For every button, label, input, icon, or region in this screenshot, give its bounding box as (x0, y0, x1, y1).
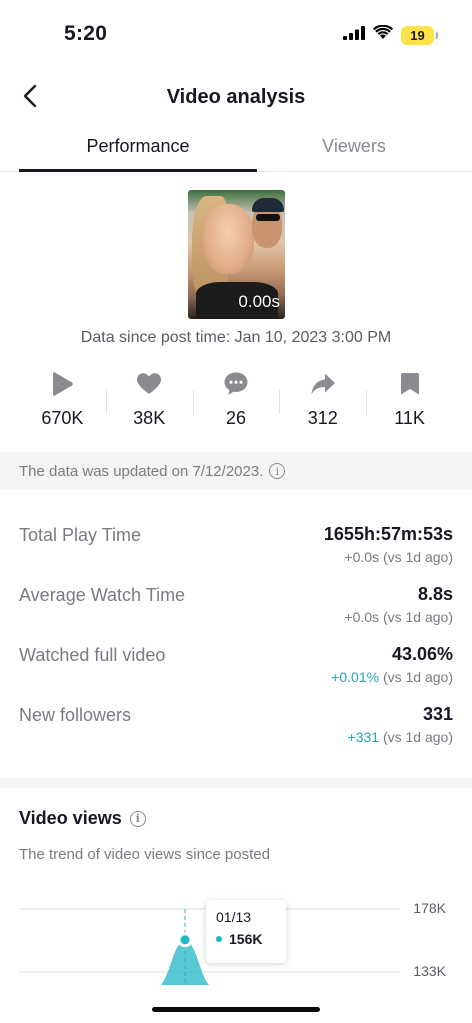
metrics-list: Total Play Time 1655h:57m:53s +0.0s (vs … (19, 522, 453, 762)
metric-delta: +331 (vs 1d ago) (348, 729, 453, 745)
engagement-stats: 670K 38K 26 312 11K (19, 368, 453, 438)
stat-value-shares: 312 (307, 408, 338, 428)
metric-value: 331 (422, 704, 453, 724)
update-banner: The data was updated on 7/12/2023. i (0, 452, 472, 490)
active-tab-indicator (19, 169, 257, 172)
stat-value-saves: 11K (394, 408, 425, 428)
bookmark-icon (396, 370, 424, 398)
chart-tooltip: 01/13 156K (206, 900, 286, 963)
tab-bar: Performance Viewers (0, 124, 472, 172)
nav-bar: Video analysis (0, 72, 472, 124)
stat-value-comments: 26 (225, 408, 246, 428)
comment-icon (222, 370, 250, 398)
data-point[interactable] (177, 932, 193, 948)
info-icon[interactable]: i (129, 810, 146, 827)
y-tick-label: 178K (413, 900, 446, 916)
tooltip-value-row: 156K (216, 931, 276, 947)
status-bar: 5:20 19 (0, 0, 472, 70)
metric-label: Watched full video (19, 645, 166, 665)
status-time: 5:20 (64, 22, 108, 45)
cellular-signal-icon (343, 25, 365, 45)
battery-indicator: 19 (401, 25, 438, 45)
video-duration: 0.00s (238, 292, 280, 311)
metric-watched-full-video: Watched full video 43.06% +0.01% (vs 1d … (19, 642, 453, 702)
stat-plays: 670K (19, 368, 106, 438)
metric-delta: +0.0s (vs 1d ago) (344, 549, 453, 565)
wifi-icon (373, 24, 393, 45)
metric-average-watch-time: Average Watch Time 8.8s +0.0s (vs 1d ago… (19, 582, 453, 642)
metric-delta-value: +0.01% (331, 669, 380, 685)
metric-delta: +0.0s (vs 1d ago) (344, 609, 453, 625)
heart-icon (135, 370, 163, 398)
metric-value: 1655h:57m:53s (323, 524, 453, 544)
metric-total-play-time: Total Play Time 1655h:57m:53s +0.0s (vs … (19, 522, 453, 582)
metric-label: Total Play Time (19, 525, 142, 545)
tab-performance[interactable]: Performance (0, 136, 276, 157)
metric-delta-suffix: (vs 1d ago) (379, 549, 453, 565)
stat-likes: 38K (105, 368, 193, 438)
metric-delta-value: +331 (347, 729, 380, 745)
metric-delta-value: +0.0s (344, 549, 380, 565)
update-banner-text: The data was updated on 7/12/2023. (19, 462, 264, 480)
video-views-subtitle: The trend of video views since posted (19, 846, 270, 863)
stat-saves: 11K (366, 368, 453, 438)
video-thumbnail[interactable]: 0.00s (188, 190, 285, 319)
metric-delta-value: +0.0s (344, 609, 380, 625)
metric-delta-suffix: (vs 1d ago) (379, 729, 453, 745)
metric-delta-suffix: (vs 1d ago) (379, 669, 453, 685)
status-icons: 19 (343, 24, 438, 45)
metric-delta: +0.01% (vs 1d ago) (331, 669, 453, 685)
video-views-title-text: Video views (19, 808, 122, 828)
section-divider (0, 778, 472, 788)
page-title: Video analysis (166, 86, 306, 108)
stat-shares: 312 (279, 368, 366, 438)
battery-level: 19 (410, 27, 425, 43)
stat-comments: 26 (192, 368, 280, 438)
metric-delta-suffix: (vs 1d ago) (379, 609, 453, 625)
info-icon[interactable]: i (269, 463, 286, 479)
tooltip-date: 01/13 (216, 909, 252, 925)
share-icon (309, 370, 337, 398)
metric-label: New followers (19, 705, 132, 725)
stat-value-plays: 670K (41, 408, 84, 428)
home-indicator (152, 1007, 320, 1012)
metric-value: 8.8s (417, 584, 453, 604)
series-dot-icon (216, 936, 222, 942)
play-icon (48, 370, 76, 398)
stat-value-likes: 38K (133, 408, 166, 428)
post-time-text: Data since post time: Jan 10, 2023 3:00 … (80, 329, 392, 346)
metric-label: Average Watch Time (19, 585, 186, 605)
video-views-title: Video views i (19, 808, 146, 829)
metric-value: 43.06% (391, 644, 453, 664)
y-tick-label: 133K (413, 963, 446, 979)
metric-new-followers: New followers 331 +331 (vs 1d ago) (19, 702, 453, 762)
tooltip-value: 156K (229, 931, 263, 947)
tab-viewers[interactable]: Viewers (236, 136, 472, 157)
